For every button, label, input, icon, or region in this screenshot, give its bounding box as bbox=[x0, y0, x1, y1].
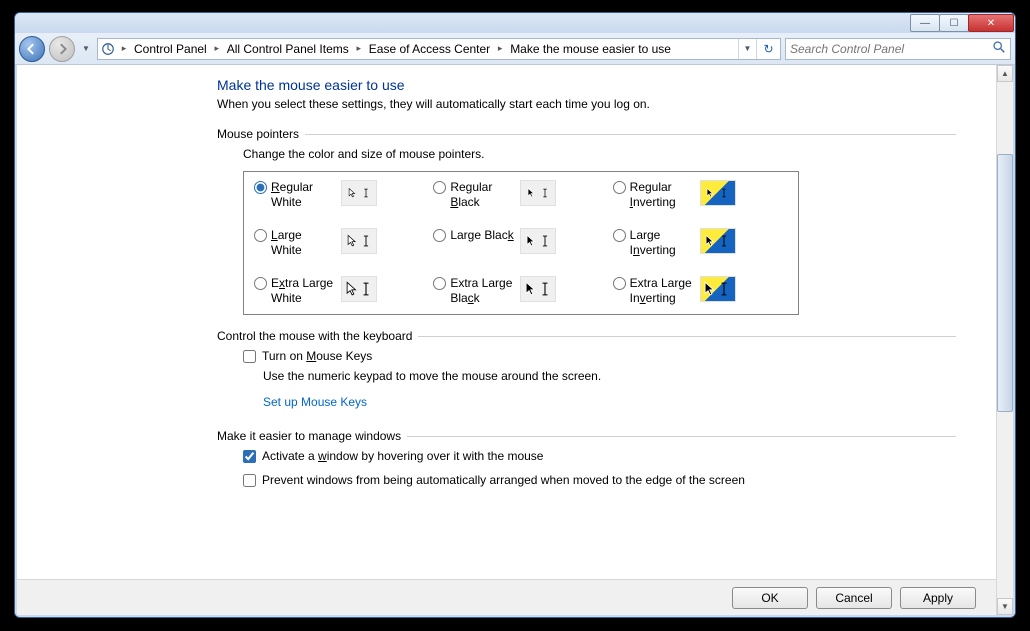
setup-mousekeys-link[interactable]: Set up Mouse Keys bbox=[263, 395, 367, 409]
pointer-preview-icon bbox=[341, 228, 377, 254]
crumb-sep[interactable]: ▸ bbox=[118, 39, 130, 59]
pointer-option: Regular Inverting bbox=[613, 180, 788, 210]
crumb-1[interactable]: All Control Panel Items bbox=[223, 39, 353, 59]
pointer-label[interactable]: Regular White bbox=[271, 180, 335, 210]
pointer-label[interactable]: Regular Black bbox=[450, 180, 514, 210]
address-dropdown[interactable]: ▼ bbox=[738, 39, 756, 59]
pointer-option: Large White bbox=[254, 228, 429, 258]
pointer-radio[interactable] bbox=[254, 229, 267, 242]
window-buttons: — ☐ ✕ bbox=[911, 14, 1014, 32]
pointer-radio[interactable] bbox=[254, 277, 267, 290]
window-frame: — ☐ ✕ ▼ ▸ Control Panel ▸ All Control Pa… bbox=[14, 12, 1016, 618]
pointer-option: Large Inverting bbox=[613, 228, 788, 258]
crumb-sep[interactable]: ▸ bbox=[494, 39, 506, 59]
pointer-label[interactable]: Regular Inverting bbox=[630, 180, 694, 210]
crumb-2[interactable]: Ease of Access Center bbox=[365, 39, 494, 59]
minimize-button[interactable]: — bbox=[910, 14, 940, 32]
pointer-label[interactable]: Large Black bbox=[450, 228, 514, 243]
prevent-arrange-label[interactable]: Prevent windows from being automatically… bbox=[262, 473, 745, 487]
crumb-sep[interactable]: ▸ bbox=[211, 39, 223, 59]
content: Make the mouse easier to use When you se… bbox=[17, 65, 996, 615]
pointer-preview-icon bbox=[341, 276, 377, 302]
pointer-radio[interactable] bbox=[433, 229, 446, 242]
pointer-preview-icon bbox=[700, 180, 736, 206]
cancel-button[interactable]: Cancel bbox=[816, 587, 892, 609]
scroll-up-button[interactable]: ▲ bbox=[997, 65, 1013, 82]
pointer-preview-icon bbox=[520, 228, 556, 254]
divider bbox=[305, 134, 956, 135]
address-bar[interactable]: ▸ Control Panel ▸ All Control Panel Item… bbox=[97, 38, 781, 60]
pointer-label[interactable]: Extra Large Inverting bbox=[630, 276, 694, 306]
pointer-radio[interactable] bbox=[254, 181, 267, 194]
scroll-thumb[interactable] bbox=[997, 154, 1013, 412]
forward-button[interactable] bbox=[49, 36, 75, 62]
hover-activate-label[interactable]: Activate a window by hovering over it wi… bbox=[262, 449, 543, 463]
mousekeys-desc: Use the numeric keypad to move the mouse… bbox=[263, 369, 956, 383]
crumb-0[interactable]: Control Panel bbox=[130, 39, 211, 59]
scroll-track[interactable] bbox=[997, 82, 1013, 598]
hover-activate-checkbox[interactable] bbox=[243, 450, 256, 463]
search-icon bbox=[992, 40, 1006, 57]
ok-button[interactable]: OK bbox=[732, 587, 808, 609]
pointer-label[interactable]: Extra Large Black bbox=[450, 276, 514, 306]
search-input[interactable] bbox=[790, 42, 992, 56]
refresh-button[interactable]: ↻ bbox=[756, 39, 780, 59]
pointer-option: Extra Large Black bbox=[433, 276, 608, 306]
group-title: Control the mouse with the keyboard bbox=[217, 329, 412, 343]
titlebar: — ☐ ✕ bbox=[15, 13, 1015, 33]
command-buttons: OK Cancel Apply bbox=[17, 579, 996, 615]
nav-toolbar: ▼ ▸ Control Panel ▸ All Control Panel It… bbox=[15, 33, 1015, 65]
group-mouse-pointers: Mouse pointers Change the color and size… bbox=[217, 127, 956, 315]
mousekeys-label[interactable]: Turn on Mouse Keys bbox=[262, 349, 372, 363]
group-title: Make it easier to manage windows bbox=[217, 429, 401, 443]
pointer-preview-icon bbox=[700, 276, 736, 302]
pointer-radio[interactable] bbox=[433, 277, 446, 290]
group-title: Mouse pointers bbox=[217, 127, 299, 141]
location-icon bbox=[98, 39, 118, 59]
pointer-preview-icon bbox=[520, 276, 556, 302]
content-area: Make the mouse easier to use When you se… bbox=[15, 65, 1015, 617]
pointer-label[interactable]: Large Inverting bbox=[630, 228, 694, 258]
prevent-arrange-checkbox[interactable] bbox=[243, 474, 256, 487]
pointer-option: Extra Large White bbox=[254, 276, 429, 306]
pointer-option: Regular White bbox=[254, 180, 429, 210]
pointer-radio[interactable] bbox=[433, 181, 446, 194]
pointer-option: Extra Large Inverting bbox=[613, 276, 788, 306]
pointer-option: Large Black bbox=[433, 228, 608, 258]
pointer-preview-icon bbox=[700, 228, 736, 254]
close-button[interactable]: ✕ bbox=[968, 14, 1014, 32]
group-subtitle: Change the color and size of mouse point… bbox=[243, 147, 956, 161]
vertical-scrollbar[interactable]: ▲ ▼ bbox=[996, 65, 1013, 615]
crumb-3[interactable]: Make the mouse easier to use bbox=[506, 39, 675, 59]
maximize-button[interactable]: ☐ bbox=[939, 14, 969, 32]
pointer-preview-icon bbox=[520, 180, 556, 206]
pointer-grid: Regular White Regular Black Regular Inve… bbox=[243, 171, 799, 315]
divider bbox=[407, 436, 956, 437]
pointer-preview-icon bbox=[341, 180, 377, 206]
apply-button[interactable]: Apply bbox=[900, 587, 976, 609]
group-keyboard: Control the mouse with the keyboard Turn… bbox=[217, 329, 956, 409]
crumb-sep[interactable]: ▸ bbox=[353, 39, 365, 59]
pointer-label[interactable]: Large White bbox=[271, 228, 335, 258]
page-title: Make the mouse easier to use bbox=[217, 77, 956, 93]
search-box[interactable] bbox=[785, 38, 1011, 60]
pointer-option: Regular Black bbox=[433, 180, 608, 210]
pointer-radio[interactable] bbox=[613, 181, 626, 194]
history-dropdown[interactable]: ▼ bbox=[79, 39, 93, 59]
scroll-down-button[interactable]: ▼ bbox=[997, 598, 1013, 615]
mousekeys-checkbox[interactable] bbox=[243, 350, 256, 363]
page-subtitle: When you select these settings, they wil… bbox=[217, 97, 956, 111]
pointer-radio[interactable] bbox=[613, 229, 626, 242]
group-windows: Make it easier to manage windows Activat… bbox=[217, 429, 956, 487]
back-button[interactable] bbox=[19, 36, 45, 62]
pointer-label[interactable]: Extra Large White bbox=[271, 276, 335, 306]
pointer-radio[interactable] bbox=[613, 277, 626, 290]
divider bbox=[418, 336, 956, 337]
